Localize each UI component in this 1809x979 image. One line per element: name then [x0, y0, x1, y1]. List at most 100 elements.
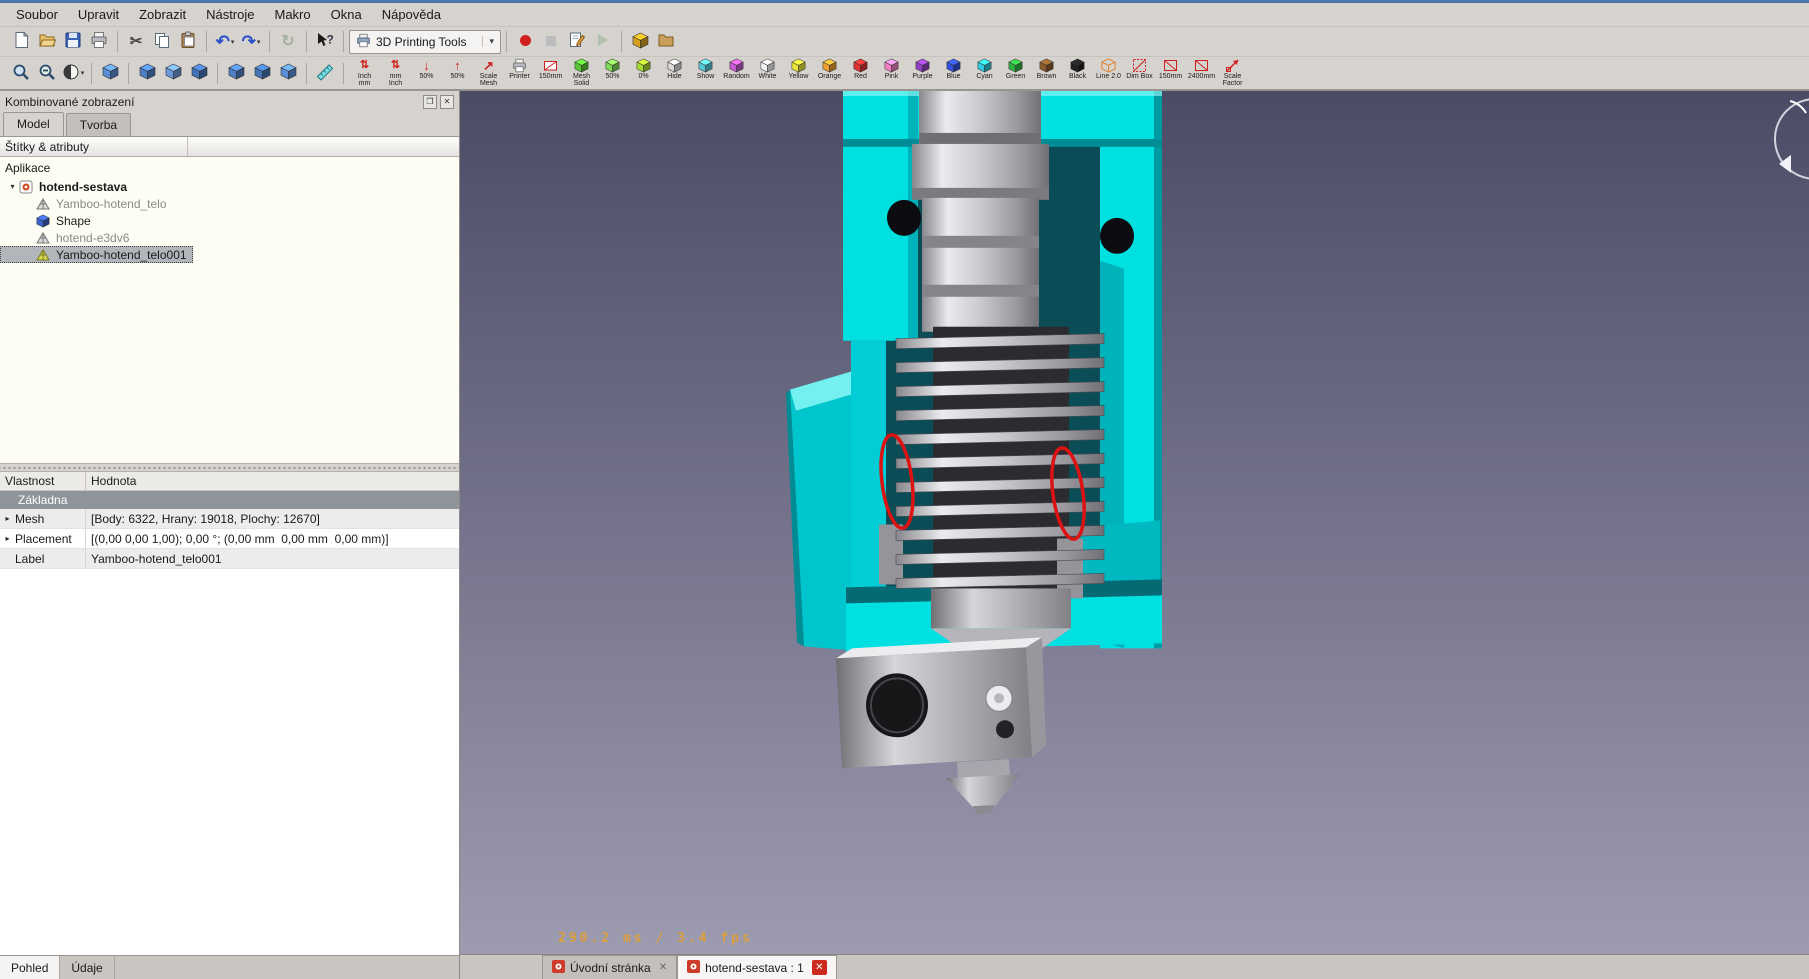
menu-okna[interactable]: Okna [321, 4, 372, 25]
view-left-button[interactable] [275, 60, 301, 86]
property-row-mesh[interactable]: ▸Mesh[Body: 6322, Hrany: 19018, Plochy: … [0, 509, 459, 529]
tool-inch-mm[interactable]: ⇅Inch mm [349, 57, 380, 89]
tool-150mm[interactable]: 150mm [1155, 57, 1186, 89]
3d-scene[interactable] [460, 91, 1809, 954]
tool-green[interactable]: Green [1000, 57, 1031, 89]
workbench-selector[interactable]: 3D Printing Tools ▾ [349, 30, 501, 54]
part-tool-button[interactable] [627, 29, 653, 55]
menu-napoveda[interactable]: Nápověda [372, 4, 451, 25]
menu-nastroje[interactable]: Nástroje [196, 4, 264, 25]
heater-block[interactable] [836, 637, 1046, 768]
tool-scale-factor[interactable]: Scale Factor [1217, 57, 1248, 89]
fit-selection-button[interactable] [34, 60, 60, 86]
print-document-button[interactable] [86, 29, 112, 55]
open-document-button[interactable] [34, 29, 60, 55]
tool-pink[interactable]: Pink [876, 57, 907, 89]
model-tree[interactable]: Aplikace ▾hotend-sestavaYamboo-hotend_te… [0, 157, 459, 463]
panel-title-bar[interactable]: Kombinované zobrazení ❐ ✕ [0, 91, 459, 113]
macro-record-button[interactable] [512, 29, 538, 55]
view-right-button[interactable] [186, 60, 212, 86]
tool-blue[interactable]: Blue [938, 57, 969, 89]
tool-mm-inch[interactable]: ⇅mm Inch [380, 57, 411, 89]
float-panel-button[interactable]: ❐ [423, 95, 437, 109]
tool-white[interactable]: White [752, 57, 783, 89]
expand-arrow-icon[interactable]: ▸ [0, 534, 15, 543]
doc-tab-uvodni-stranka[interactable]: Úvodní stránka✕ [542, 955, 677, 979]
tab-tvorba[interactable]: Tvorba [66, 113, 131, 136]
refresh-button[interactable]: ↻ [275, 29, 301, 55]
view-front-button[interactable] [134, 60, 160, 86]
panel-splitter[interactable] [0, 463, 459, 472]
tree-item-yamboo-hotend-telo[interactable]: Yamboo-hotend_telo [0, 195, 188, 212]
tool-50[interactable]: ↑50% [442, 57, 473, 89]
tool-50[interactable]: 50% [597, 57, 628, 89]
close-tab-button[interactable]: ✕ [659, 963, 667, 973]
tree-item-shape[interactable]: Shape [0, 212, 188, 229]
tool-150mm[interactable]: 150mm [535, 57, 566, 89]
toolbar-separator [128, 63, 129, 84]
menu-soubor[interactable]: Soubor [6, 4, 68, 25]
menu-zobrazit[interactable]: Zobrazit [129, 4, 196, 25]
tool-random[interactable]: Random [721, 57, 752, 89]
tool-2400mm[interactable]: 2400mm [1186, 57, 1217, 89]
close-tab-button[interactable]: ✕ [812, 960, 827, 975]
property-row-label[interactable]: LabelYamboo-hotend_telo001 [0, 549, 459, 569]
menu-upravit[interactable]: Upravit [68, 4, 129, 25]
measure-button[interactable] [312, 60, 338, 86]
tool-orange[interactable]: Orange [814, 57, 845, 89]
tool-line-2-0[interactable]: Line 2.0 [1093, 57, 1124, 89]
tool-mesh-solid[interactable]: Mesh Solid [566, 57, 597, 89]
redo-button[interactable]: ↷▾ [238, 29, 264, 55]
view-rear-button[interactable] [223, 60, 249, 86]
tab-udaje[interactable]: Údaje [60, 956, 114, 979]
tool-printer[interactable]: Printer [504, 57, 535, 89]
menu-makro[interactable]: Makro [265, 4, 321, 25]
property-row-placement[interactable]: ▸Placement[(0,00 0,00 1,00); 0,00 °; (0,… [0, 529, 459, 549]
tool-dim-box[interactable]: Dim Box [1124, 57, 1155, 89]
new-document-button[interactable] [8, 29, 34, 55]
cube-icon [853, 58, 868, 73]
tab-model[interactable]: Model [3, 112, 64, 136]
property-group-header[interactable]: Základna [0, 491, 459, 509]
undo-button[interactable]: ↶▾ [212, 29, 238, 55]
tool-red[interactable]: Red [845, 57, 876, 89]
expand-arrow-icon[interactable]: ▾ [6, 182, 19, 191]
tool-cyan[interactable]: Cyan [969, 57, 1000, 89]
tool-0[interactable]: 0% [628, 57, 659, 89]
save-document-button[interactable] [60, 29, 86, 55]
macro-play-button[interactable] [590, 29, 616, 55]
copy-button[interactable] [149, 29, 175, 55]
draw-style-button[interactable]: ▾ [60, 60, 86, 86]
menubar: SouborUpravitZobrazitNástrojeMakroOknaNá… [0, 3, 1809, 27]
close-panel-button[interactable]: ✕ [440, 95, 454, 109]
toolbar-separator [306, 63, 307, 84]
tool-brown[interactable]: Brown [1031, 57, 1062, 89]
tool-50[interactable]: ↓50% [411, 57, 442, 89]
tree-item-hotend-e3dv6[interactable]: hotend-e3dv6 [0, 229, 188, 246]
tool-scale-mesh[interactable]: ↗Scale Mesh [473, 57, 504, 89]
tree-item-yamboo-hotend-telo001[interactable]: Yamboo-hotend_telo001 [0, 246, 193, 263]
tool-yellow[interactable]: Yellow [783, 57, 814, 89]
view-isometric-button[interactable] [97, 60, 123, 86]
paste-button[interactable] [175, 29, 201, 55]
expand-arrow-icon[interactable]: ▸ [0, 514, 15, 523]
view-bottom-button[interactable] [249, 60, 275, 86]
tree-item-hotend-sestava[interactable]: ▾hotend-sestava [0, 178, 188, 195]
tool-hide[interactable]: Hide [659, 57, 690, 89]
view-toolbar: ▾ ⇅Inch mm⇅mm Inch↓50%↑50%↗Scale MeshPri… [0, 57, 1809, 90]
tool-purple[interactable]: Purple [907, 57, 938, 89]
tool-show[interactable]: Show [690, 57, 721, 89]
scene-area[interactable]: 290.2 ms / 3.4 fps [460, 91, 1809, 954]
tool-black[interactable]: Black [1062, 57, 1093, 89]
tree-root-application[interactable]: Aplikace [0, 159, 459, 178]
whats-this-button[interactable]: ? [312, 29, 338, 55]
open-folder-tool-button[interactable] [653, 29, 679, 55]
3d-viewport[interactable]: 290.2 ms / 3.4 fps Úvodní stránka✕hotend… [460, 91, 1809, 979]
view-top-button[interactable] [160, 60, 186, 86]
doc-tab-hotend-sestava-1[interactable]: hotend-sestava : 1✕ [677, 955, 837, 979]
cut-button[interactable]: ✂ [123, 29, 149, 55]
macro-edit-button[interactable] [564, 29, 590, 55]
tab-pohled[interactable]: Pohled [0, 956, 60, 979]
fit-all-button[interactable] [8, 60, 34, 86]
macro-stop-button[interactable] [538, 29, 564, 55]
